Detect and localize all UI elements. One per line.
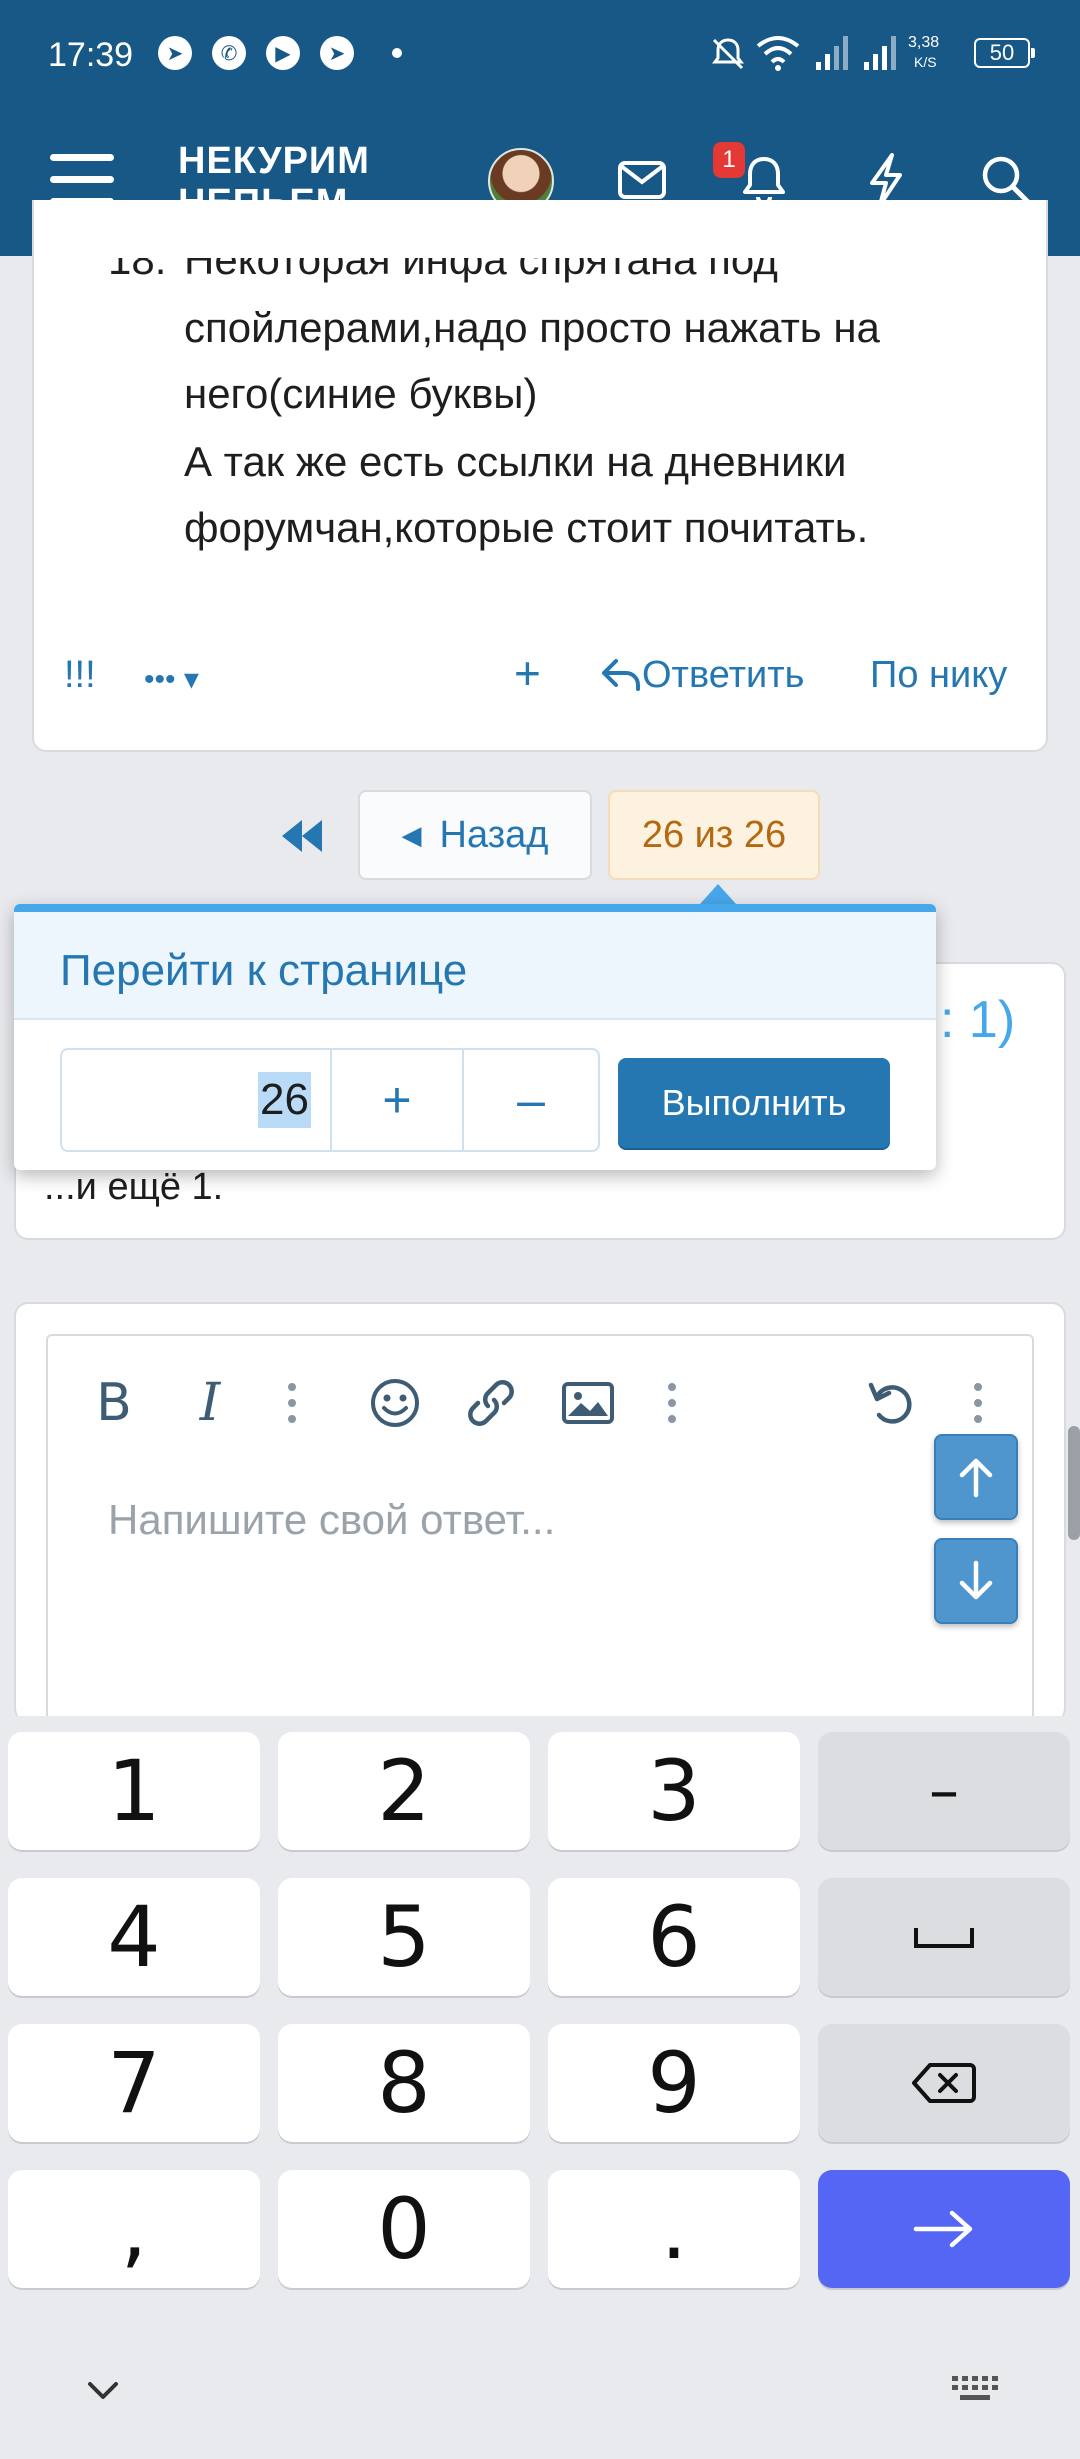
- report-button[interactable]: !!!: [64, 654, 96, 697]
- keyboard-switch-button[interactable]: [948, 2370, 1004, 2410]
- popup-pointer: [700, 884, 736, 904]
- key-5[interactable]: 5: [278, 1878, 530, 1996]
- wifi-icon: [756, 36, 800, 71]
- reply-button[interactable]: Ответить: [600, 654, 804, 697]
- page-number-stepper: 26 + –: [60, 1048, 600, 1152]
- undo-button[interactable]: [860, 1370, 922, 1436]
- decrement-button[interactable]: –: [464, 1050, 598, 1150]
- more-options-button[interactable]: [958, 1370, 998, 1436]
- key-1[interactable]: 1: [8, 1732, 260, 1850]
- menu-icon: [50, 154, 114, 161]
- post-text-line: спойлерами,надо просто нажать на: [184, 304, 880, 351]
- undo-icon: [868, 1382, 912, 1424]
- telegram-icon: ➤: [158, 36, 192, 70]
- menu-icon-bar: [50, 176, 114, 183]
- message-icon: ▶: [266, 36, 300, 70]
- page-number-input[interactable]: 26: [62, 1050, 330, 1150]
- image-icon: [562, 1382, 614, 1424]
- mail-icon: [618, 161, 666, 199]
- vertical-dots-icon: [668, 1383, 676, 1423]
- popup-header: Перейти к странице: [14, 912, 936, 1020]
- backspace-icon: [912, 2063, 976, 2103]
- key-comma[interactable]: ,: [8, 2170, 260, 2288]
- current-page-button[interactable]: 26 из 26: [608, 790, 820, 880]
- page-number-value: 26: [258, 1072, 311, 1128]
- caret-left-icon: ◀: [401, 819, 422, 850]
- search-icon: [982, 156, 1031, 205]
- key-7[interactable]: 7: [8, 2024, 260, 2142]
- go-button[interactable]: Выполнить: [618, 1058, 890, 1148]
- vertical-dots-icon: [974, 1383, 982, 1423]
- popup-title: Перейти к странице: [60, 946, 468, 995]
- quote-by-nick-button[interactable]: По нику: [870, 654, 1007, 697]
- smiley-icon: [371, 1379, 419, 1427]
- emoji-button[interactable]: [364, 1370, 426, 1436]
- goto-page-popup: Перейти к странице 26 + – Выполнить: [14, 904, 936, 1170]
- lightning-icon: [870, 153, 902, 207]
- more-dots: •••: [144, 663, 176, 696]
- link-icon: [468, 1380, 514, 1426]
- signal-icon: [864, 36, 896, 70]
- reply-label: Ответить: [642, 654, 805, 696]
- background-card-fragment: : 1): [940, 991, 1016, 1049]
- post-text-line: форумчан,которые стоит почитать.: [184, 504, 869, 551]
- more-text-options-button[interactable]: [272, 1370, 312, 1436]
- arrow-down-icon: [959, 1560, 993, 1600]
- insert-link-button[interactable]: [460, 1370, 522, 1436]
- key-enter[interactable]: [818, 2170, 1070, 2288]
- battery-icon: 50: [974, 38, 1035, 68]
- vertical-dots-icon: [288, 1383, 296, 1423]
- space-icon: [914, 1928, 974, 1948]
- hide-keyboard-button[interactable]: [78, 2370, 128, 2410]
- viber-icon: ✆: [212, 36, 246, 70]
- key-period[interactable]: .: [548, 2170, 800, 2288]
- post-text-line: А так же есть ссылки на дневники: [184, 438, 847, 485]
- key-0[interactable]: 0: [278, 2170, 530, 2288]
- site-title-line1: НЕКУРИМ: [178, 140, 370, 182]
- more-reactions-link[interactable]: ...и ещё 1.: [44, 1166, 223, 1209]
- telegram-icon: ➤: [320, 36, 354, 70]
- key-4[interactable]: 4: [8, 1878, 260, 1996]
- reply-input-placeholder[interactable]: Напишите свой ответ...: [108, 1496, 555, 1544]
- increment-button[interactable]: +: [332, 1050, 462, 1150]
- keyboard-icon: [952, 2376, 998, 2400]
- key-backspace[interactable]: [818, 2024, 1070, 2142]
- key-6[interactable]: 6: [548, 1878, 800, 1996]
- page-scrollbar[interactable]: [1068, 1426, 1080, 1540]
- insert-image-button[interactable]: [556, 1370, 620, 1436]
- arrow-up-icon: [959, 1458, 993, 1498]
- notification-badge: 1: [713, 142, 745, 178]
- key-space[interactable]: [818, 1878, 1070, 1996]
- network-speed-unit: K/S: [914, 54, 937, 70]
- prev-page-button[interactable]: ◀ Назад: [358, 790, 592, 880]
- double-chevron-left-icon: [282, 820, 322, 852]
- bold-button[interactable]: B: [84, 1370, 144, 1436]
- chevron-down-icon: [88, 2382, 118, 2399]
- mute-icon: [712, 38, 744, 70]
- add-multiquote-button[interactable]: +: [514, 646, 541, 700]
- bell-icon: [743, 157, 785, 205]
- arrow-right-icon: [913, 2210, 973, 2248]
- key-2[interactable]: 2: [278, 1732, 530, 1850]
- network-speed-value: 3,38: [908, 34, 940, 51]
- dot-icon: [392, 48, 402, 58]
- scroll-down-button[interactable]: [934, 1538, 1018, 1624]
- first-page-button[interactable]: [270, 804, 334, 868]
- chevron-down-icon: ▾: [175, 663, 199, 696]
- prev-page-label: Назад: [439, 813, 549, 856]
- key-minus[interactable]: –: [818, 1732, 1070, 1850]
- more-insert-options-button[interactable]: [652, 1370, 692, 1436]
- status-time: 17:39: [48, 36, 134, 74]
- reply-icon: [602, 659, 640, 691]
- post-text-line: него(синие буквы): [184, 370, 538, 417]
- key-8[interactable]: 8: [278, 2024, 530, 2142]
- scroll-up-button[interactable]: [934, 1434, 1018, 1520]
- key-3[interactable]: 3: [548, 1732, 800, 1850]
- signal-icon: [816, 36, 848, 70]
- italic-button[interactable]: I: [180, 1370, 240, 1436]
- key-9[interactable]: 9: [548, 2024, 800, 2142]
- more-actions-button[interactable]: ••• ▾: [144, 662, 199, 697]
